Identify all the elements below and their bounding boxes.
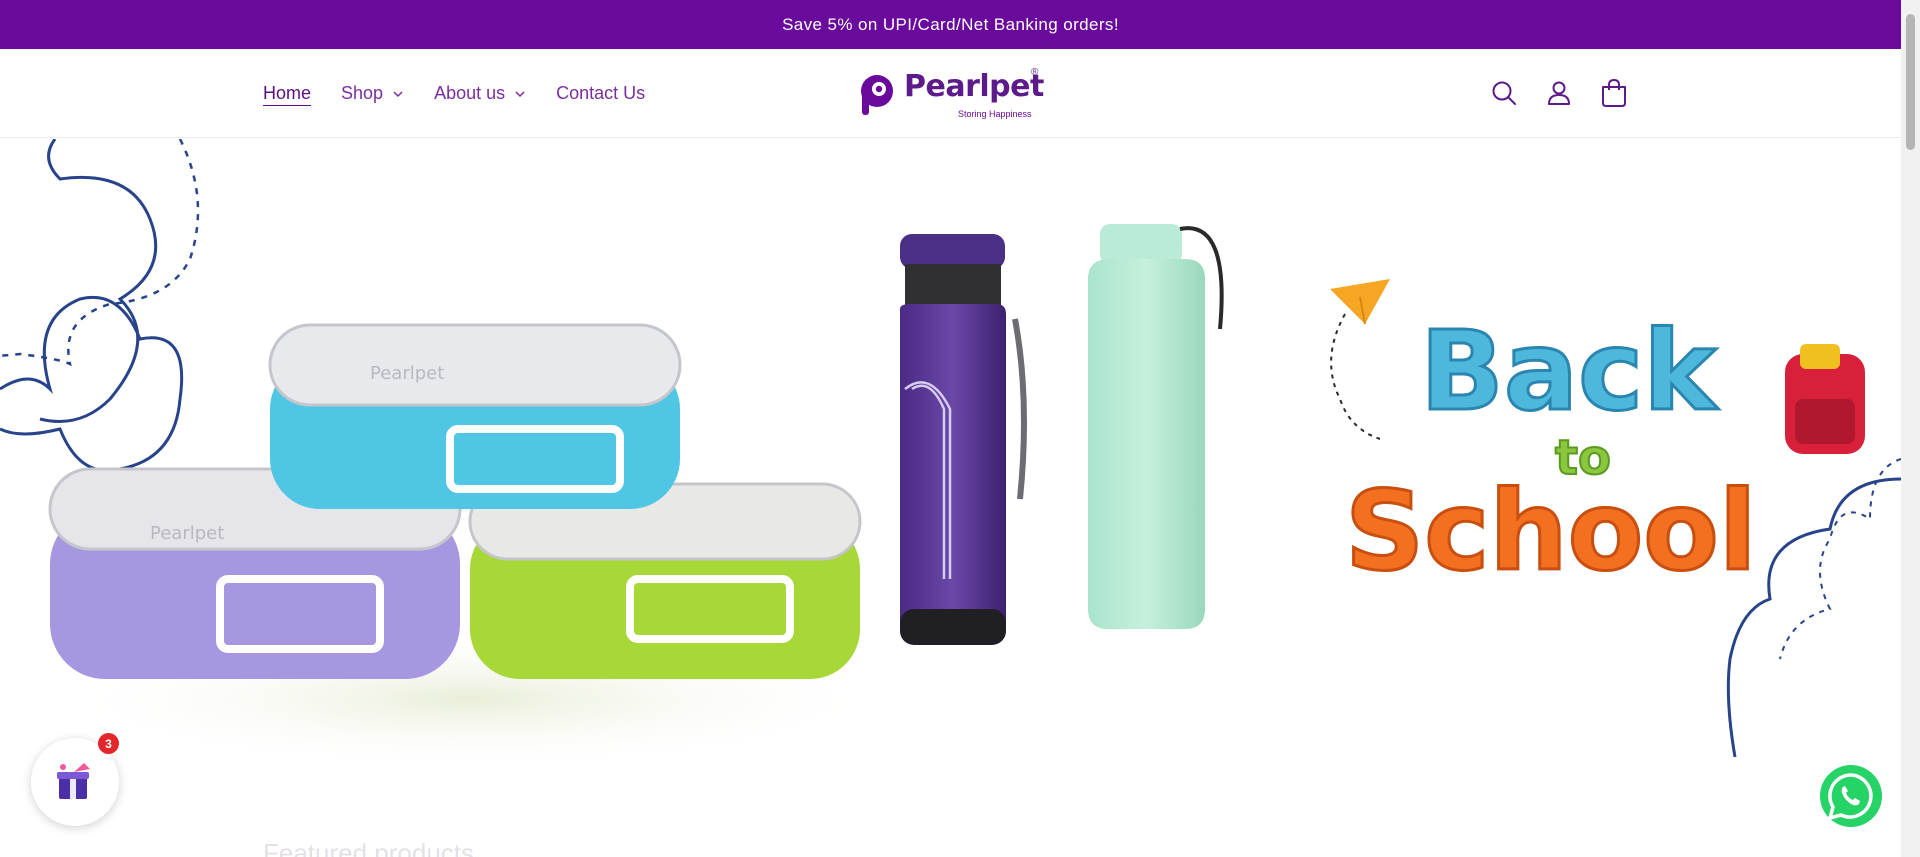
whatsapp-icon bbox=[1820, 765, 1882, 827]
gift-badge-count: 3 bbox=[98, 733, 119, 754]
chevron-down-icon bbox=[515, 90, 525, 97]
account-icon bbox=[1548, 81, 1570, 105]
page-scrollbar[interactable] bbox=[1901, 0, 1920, 857]
nav-item-label: Shop bbox=[341, 83, 384, 103]
hero-banner[interactable]: Pearlpet Pearlpet Back to School bbox=[0, 139, 1901, 757]
headline-back: Back bbox=[1420, 307, 1719, 435]
cart-icon bbox=[1602, 78, 1626, 107]
box-brand-text: Pearlpet bbox=[150, 523, 224, 544]
scrollbar-thumb[interactable] bbox=[1906, 14, 1915, 150]
nav-item-label: Contact Us bbox=[556, 83, 646, 103]
nav-item-shop[interactable]: Shop bbox=[341, 83, 404, 104]
pearlpet-logo-mark bbox=[861, 75, 893, 115]
whatsapp-chat-button[interactable] bbox=[1818, 763, 1884, 829]
main-nav: Home Shop About us Contact Us bbox=[263, 49, 645, 138]
nav-item-label: About us bbox=[434, 83, 506, 103]
headline-school: School bbox=[1345, 467, 1757, 595]
lunch-boxes-illustration: Pearlpet Pearlpet bbox=[48, 323, 890, 757]
section-title: Featured products bbox=[263, 838, 475, 857]
nav-item-about[interactable]: About us bbox=[434, 83, 526, 104]
gift-box-icon bbox=[57, 763, 90, 799]
header-icons bbox=[1488, 71, 1630, 115]
account-button[interactable] bbox=[1543, 71, 1575, 115]
site-logo[interactable]: Pearlpet ® Storing Happiness bbox=[858, 67, 1044, 121]
logo-tagline: Storing Happiness bbox=[958, 109, 1032, 119]
backpack-illustration bbox=[1785, 344, 1865, 454]
announcement-bar: Save 5% on UPI/Card/Net Banking orders! bbox=[0, 0, 1901, 49]
nav-item-label: Home bbox=[263, 83, 312, 103]
cart-button[interactable] bbox=[1598, 71, 1630, 115]
back-to-school-headline: Back to School bbox=[1344, 306, 1759, 597]
nav-item-contact[interactable]: Contact Us bbox=[556, 83, 645, 104]
logo-name: Pearlpet bbox=[904, 69, 1044, 104]
paper-plane-doodle bbox=[1330, 279, 1390, 440]
logo-registered: ® bbox=[1031, 67, 1039, 78]
search-icon bbox=[1492, 81, 1516, 105]
box-brand-text: Pearlpet bbox=[370, 363, 444, 384]
site-header: Home Shop About us Contact Us Pearlpet ®… bbox=[0, 49, 1901, 138]
nav-item-home[interactable]: Home bbox=[263, 83, 311, 104]
cloud-doodle-left bbox=[0, 139, 200, 473]
hero-illustration: Pearlpet Pearlpet Back to School bbox=[0, 139, 1901, 757]
search-button[interactable] bbox=[1488, 71, 1520, 115]
announcement-text: Save 5% on UPI/Card/Net Banking orders! bbox=[782, 14, 1119, 34]
mint-water-bottle bbox=[1088, 224, 1224, 629]
purple-water-bottle bbox=[900, 234, 1027, 645]
chevron-down-icon bbox=[393, 90, 403, 97]
